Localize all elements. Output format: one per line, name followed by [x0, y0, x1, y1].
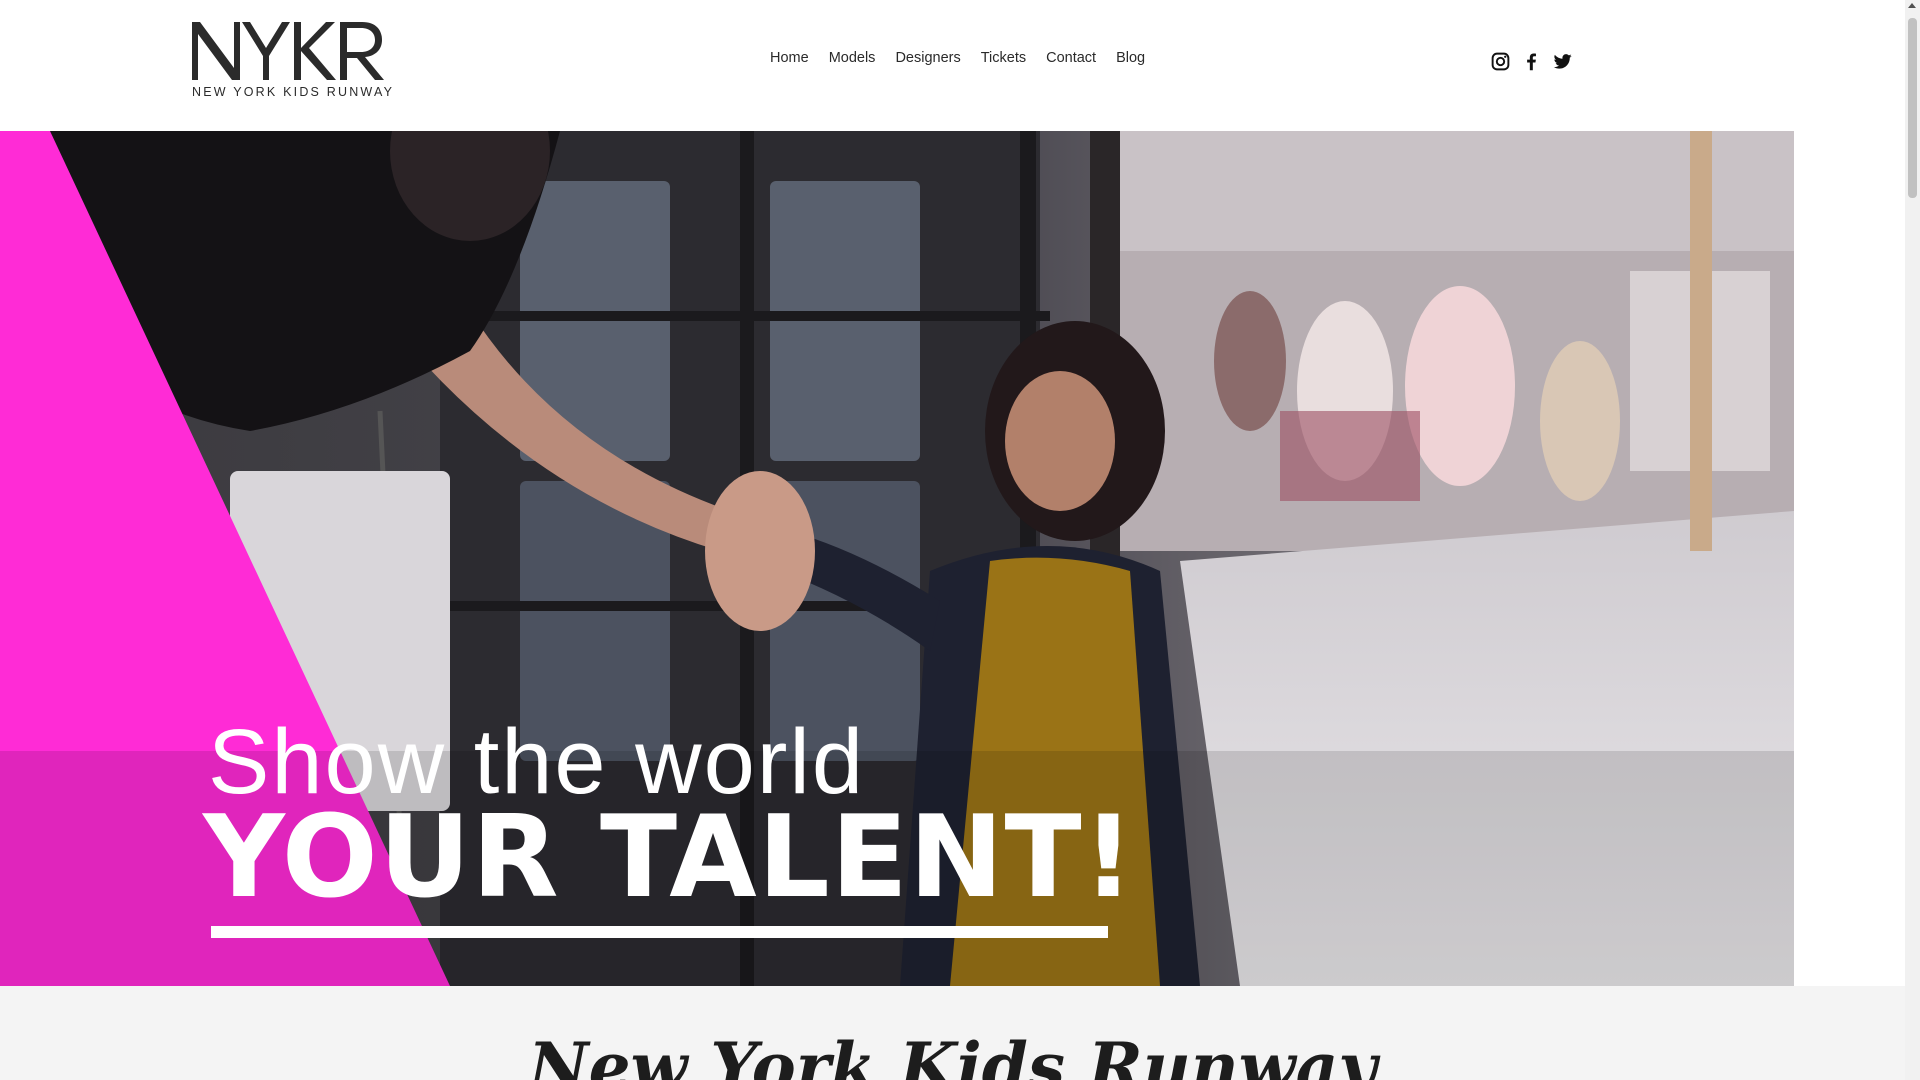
facebook-icon[interactable] — [1521, 51, 1542, 72]
scroll-thumb[interactable] — [1908, 18, 1917, 198]
instagram-icon[interactable] — [1490, 51, 1511, 72]
page-scrollbar[interactable] — [1905, 0, 1920, 1080]
main-nav: Home Models Designers Tickets Contact Bl… — [760, 48, 1155, 68]
nav-home[interactable]: Home — [760, 48, 819, 68]
nav-designers[interactable]: Designers — [885, 48, 970, 68]
nav-blog[interactable]: Blog — [1106, 48, 1155, 68]
intro-section: New York Kids Runway — [0, 986, 1905, 1080]
hero-headline-line2: YOUR TALENT! — [203, 791, 1136, 923]
hero-underline — [211, 926, 1108, 938]
logo-tagline: NEW YORK KIDS RUNWAY — [192, 85, 395, 99]
nav-tickets[interactable]: Tickets — [971, 48, 1036, 68]
page: NEW YORK KIDS RUNWAY Home Models Designe… — [0, 0, 1920, 1080]
hero-banner: Show the world YOUR TALENT! — [0, 131, 1794, 986]
twitter-icon[interactable] — [1552, 51, 1573, 72]
section-title: New York Kids Runway — [528, 1028, 1377, 1080]
scroll-up-arrow-icon[interactable] — [1908, 3, 1916, 8]
social-links — [1490, 51, 1573, 72]
nav-contact[interactable]: Contact — [1036, 48, 1106, 68]
site-header: NEW YORK KIDS RUNWAY Home Models Designe… — [0, 0, 1905, 131]
nykr-logo-mark — [192, 22, 384, 80]
nav-models[interactable]: Models — [819, 48, 886, 68]
site-logo[interactable]: NEW YORK KIDS RUNWAY — [190, 18, 392, 100]
